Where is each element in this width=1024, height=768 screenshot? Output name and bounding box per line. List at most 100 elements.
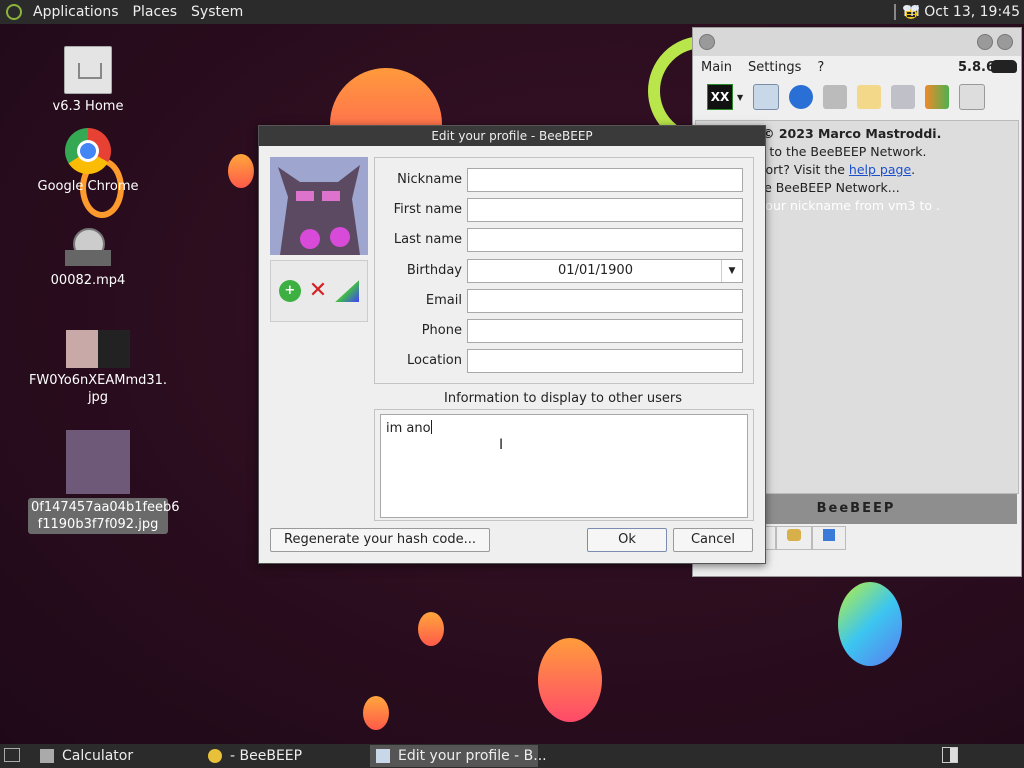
wallpaper-orb bbox=[228, 154, 254, 188]
applications-menu[interactable]: Applications bbox=[26, 0, 126, 24]
workspace-switcher-icon[interactable] bbox=[942, 747, 958, 763]
clock[interactable]: Fri Oct 13, 19:45 bbox=[903, 0, 1020, 24]
home-folder-icon bbox=[64, 46, 112, 94]
email-label: Email bbox=[425, 293, 462, 308]
cancel-button[interactable]: Cancel bbox=[673, 528, 753, 552]
location-input[interactable] bbox=[467, 349, 743, 373]
update-icon[interactable] bbox=[925, 85, 950, 109]
menu-main[interactable]: Main bbox=[693, 60, 740, 75]
image-thumbnail-icon bbox=[66, 330, 130, 368]
pencil-icon[interactable] bbox=[857, 85, 882, 109]
group-icon bbox=[786, 529, 801, 541]
nickname-label: Nickname bbox=[397, 172, 462, 187]
window-menu-icon[interactable] bbox=[699, 34, 715, 50]
trash-icon[interactable] bbox=[959, 84, 986, 110]
desktop-icon-chrome[interactable]: Google Chrome bbox=[18, 128, 158, 195]
edit-photo-icon[interactable] bbox=[335, 280, 360, 302]
first-name-label: First name bbox=[393, 202, 462, 217]
status-button[interactable]: XX ▼ bbox=[707, 84, 743, 110]
task-label: Calculator bbox=[62, 748, 134, 764]
desktop-icon-image-1[interactable]: FW0Yo6nXEAMmd31. jpg bbox=[28, 330, 168, 406]
last-name-input[interactable] bbox=[467, 228, 743, 252]
dialog-title[interactable]: Edit your profile - BeeBEEP bbox=[259, 126, 765, 146]
email-row: Email bbox=[375, 289, 753, 313]
info-text-value: im ano bbox=[386, 421, 431, 436]
nickname-input[interactable] bbox=[467, 168, 743, 192]
help-page-link[interactable]: help page bbox=[849, 162, 911, 177]
desktop-icon-label: Google Chrome bbox=[37, 179, 139, 194]
edit-profile-icon[interactable] bbox=[753, 84, 780, 110]
edit-profile-icon bbox=[376, 749, 390, 763]
first-name-row: First name bbox=[375, 198, 753, 222]
edit-profile-dialog: Edit your profile - BeeBEEP + ✕ Nickname… bbox=[258, 125, 766, 564]
taskbar: Calculator - BeeBEEP Edit your profile -… bbox=[0, 744, 1024, 768]
add-photo-icon[interactable]: + bbox=[278, 280, 301, 302]
nickname-row: Nickname bbox=[375, 168, 753, 192]
share-icon bbox=[822, 529, 835, 541]
chevron-down-icon[interactable]: ▼ bbox=[721, 260, 742, 282]
show-desktop-icon[interactable] bbox=[4, 748, 20, 762]
system-menu[interactable]: System bbox=[184, 0, 250, 24]
tab-shares[interactable] bbox=[811, 526, 846, 550]
group-icon[interactable] bbox=[823, 85, 848, 109]
phone-label: Phone bbox=[421, 323, 462, 338]
phone-row: Phone bbox=[375, 319, 753, 343]
email-input[interactable] bbox=[467, 289, 743, 313]
profile-fields: Nickname First name Last name Birthday 0… bbox=[374, 157, 754, 384]
avatar[interactable] bbox=[270, 157, 368, 255]
places-menu[interactable]: Places bbox=[126, 0, 185, 24]
window-titlebar[interactable] bbox=[693, 28, 1021, 56]
bee-icon bbox=[208, 749, 222, 763]
wallpaper-orb bbox=[418, 612, 444, 646]
desktop-icon-label: 00082.mp4 bbox=[50, 273, 126, 288]
task-beebeep[interactable]: - BeeBEEP bbox=[202, 745, 302, 767]
tools-icon[interactable] bbox=[891, 85, 916, 109]
wallpaper-orb bbox=[363, 696, 389, 730]
birthday-label: Birthday bbox=[406, 263, 462, 278]
desktop-icon-image-2[interactable]: 0f147457aa04b1feeb6 f1190b3f7f092.jpg bbox=[28, 430, 180, 534]
wallpaper-orb bbox=[538, 638, 602, 722]
remove-photo-icon[interactable]: ✕ bbox=[309, 280, 327, 302]
image-thumbnail-icon bbox=[66, 430, 130, 494]
desktop-icon-home[interactable]: v6.3 Home bbox=[18, 46, 158, 115]
last-name-label: Last name bbox=[393, 232, 462, 247]
desktop-icon-label: v6.3 Home bbox=[52, 99, 124, 114]
location-label: Location bbox=[407, 353, 462, 368]
tux-icon bbox=[991, 60, 1017, 73]
top-panel: Applications Places System Fri Oct 13, 1… bbox=[0, 0, 1024, 24]
info-label: Information to display to other users bbox=[444, 391, 682, 406]
network-icon[interactable] bbox=[789, 85, 814, 109]
info-frame: im ano I bbox=[374, 409, 754, 521]
film-reel-icon bbox=[65, 228, 111, 268]
desktop-icon-label: 0f147457aa04b1feeb6 f1190b3f7f092.jpg bbox=[28, 498, 180, 534]
last-name-row: Last name bbox=[375, 228, 753, 252]
status-icon: XX bbox=[707, 84, 733, 110]
birthday-value: 01/01/1900 bbox=[558, 263, 633, 278]
wallpaper-orb bbox=[838, 582, 902, 666]
task-label: - BeeBEEP bbox=[230, 748, 303, 764]
menu-help[interactable]: ? bbox=[809, 60, 832, 75]
calculator-icon bbox=[40, 749, 54, 763]
task-label: Edit your profile - B... bbox=[398, 748, 547, 764]
regenerate-hash-button[interactable]: Regenerate your hash code... bbox=[270, 528, 490, 552]
chevron-down-icon: ▼ bbox=[737, 92, 744, 102]
info-textarea[interactable]: im ano I bbox=[380, 414, 748, 518]
panel-separator bbox=[894, 4, 896, 20]
toolbar: XX ▼ bbox=[693, 78, 1021, 116]
maximize-icon[interactable] bbox=[997, 34, 1013, 50]
phone-input[interactable] bbox=[467, 319, 743, 343]
avatar-actions: + ✕ bbox=[270, 260, 368, 322]
task-calculator[interactable]: Calculator bbox=[34, 745, 133, 767]
minimize-icon[interactable] bbox=[977, 34, 993, 50]
menu-settings[interactable]: Settings bbox=[740, 60, 809, 75]
ok-button[interactable]: Ok bbox=[587, 528, 667, 552]
birthday-date-picker[interactable]: 01/01/1900 ▼ bbox=[467, 259, 743, 283]
first-name-input[interactable] bbox=[467, 198, 743, 222]
desktop-icon-video[interactable]: 00082.mp4 bbox=[18, 228, 158, 289]
desktop-icon-label: FW0Yo6nXEAMmd31. jpg bbox=[28, 373, 168, 405]
menu-bar: Main Settings ? 5.8.6 bbox=[693, 56, 1021, 78]
tab-groups[interactable] bbox=[775, 526, 812, 550]
chrome-icon bbox=[65, 128, 111, 174]
task-edit-profile[interactable]: Edit your profile - B... bbox=[370, 745, 547, 767]
distro-logo-icon[interactable] bbox=[6, 4, 22, 20]
